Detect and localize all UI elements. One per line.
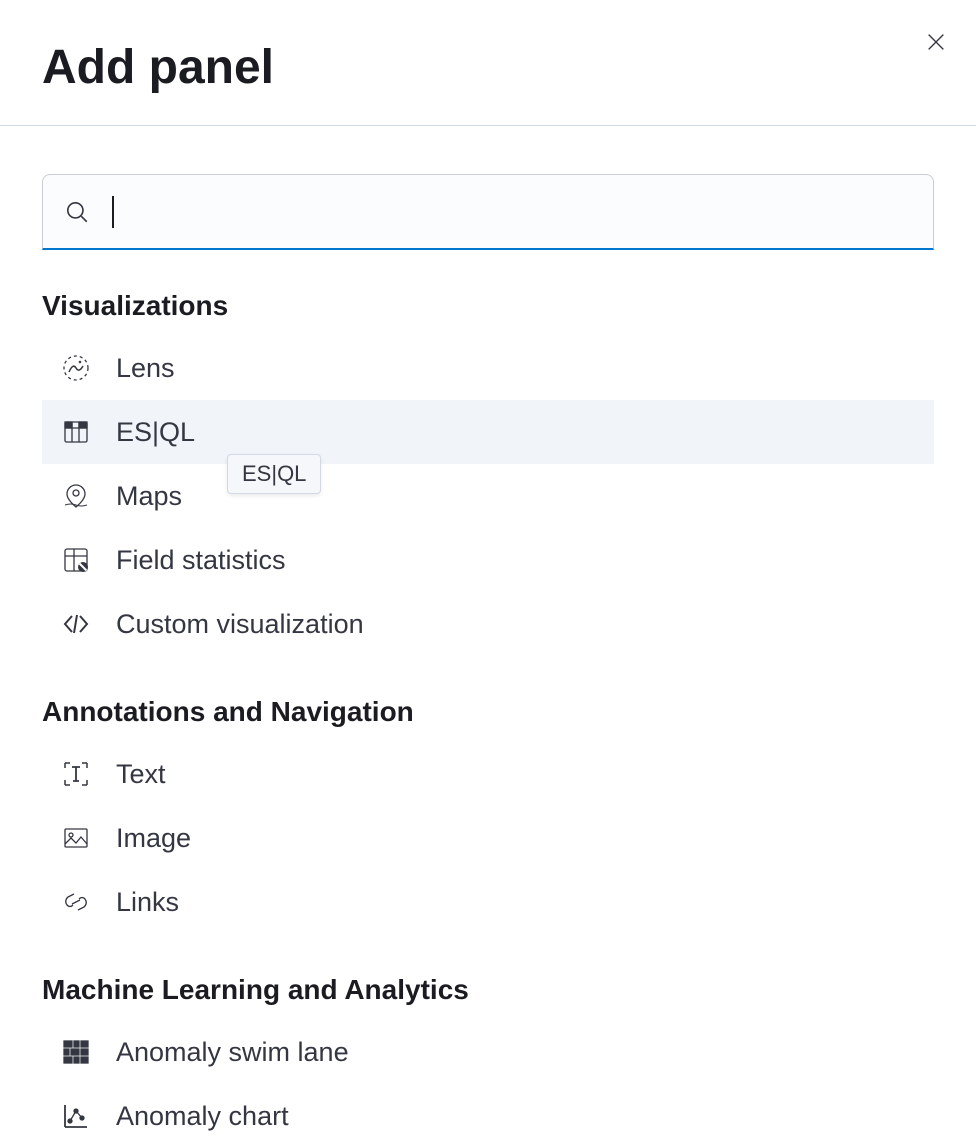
panel-type-maps[interactable]: Maps: [42, 464, 934, 528]
group-title: Annotations and Navigation: [42, 696, 934, 728]
panel-type-anomalychart[interactable]: Anomaly chart: [42, 1084, 934, 1148]
panel-type-code[interactable]: Custom visualization: [42, 592, 934, 656]
text-cursor: [112, 196, 114, 228]
group-title: Visualizations: [42, 290, 934, 322]
fieldstats-icon: [60, 544, 92, 576]
image-icon: [60, 822, 92, 854]
panel-type-list: Lens ES|QLES|QL Maps Field statistics Custom…: [42, 336, 934, 656]
search-icon: [64, 199, 90, 225]
panel-type-label: Field statistics: [116, 545, 286, 576]
panel-type-label: Text: [116, 759, 166, 790]
panel-type-lens[interactable]: Lens: [42, 336, 934, 400]
dialog-header: Add panel: [0, 0, 976, 126]
panel-type-label: Custom visualization: [116, 609, 364, 640]
panel-type-image[interactable]: Image: [42, 806, 934, 870]
link-icon: [60, 886, 92, 918]
search-container: [42, 174, 934, 250]
maps-icon: [60, 480, 92, 512]
panel-type-label: Anomaly chart: [116, 1101, 289, 1132]
panel-type-esql[interactable]: ES|QLES|QL: [42, 400, 934, 464]
panel-type-text[interactable]: Text: [42, 742, 934, 806]
panel-type-list: Anomaly swim lane Anomaly chart: [42, 1020, 934, 1148]
panel-type-label: Links: [116, 887, 179, 918]
close-button[interactable]: [922, 28, 950, 56]
dialog-title: Add panel: [42, 40, 934, 95]
panel-type-label: Image: [116, 823, 191, 854]
swimlane-icon: [60, 1036, 92, 1068]
lens-icon: [60, 352, 92, 384]
panel-type-label: Anomaly swim lane: [116, 1037, 349, 1068]
panel-type-label: Maps: [116, 481, 182, 512]
panel-type-link[interactable]: Links: [42, 870, 934, 934]
code-icon: [60, 608, 92, 640]
panel-type-fieldstats[interactable]: Field statistics: [42, 528, 934, 592]
group-title: Machine Learning and Analytics: [42, 974, 934, 1006]
panel-type-label: ES|QL: [116, 417, 195, 448]
anomalychart-icon: [60, 1100, 92, 1132]
panel-type-list: Text Image Links: [42, 742, 934, 934]
search-input[interactable]: [42, 174, 934, 250]
dialog-content: Visualizations Lens ES|QLES|QL Maps Field st…: [0, 126, 976, 1148]
text-icon: [60, 758, 92, 790]
esql-icon: [60, 416, 92, 448]
panel-type-label: Lens: [116, 353, 175, 384]
panel-type-swimlane[interactable]: Anomaly swim lane: [42, 1020, 934, 1084]
close-icon: [925, 31, 947, 53]
